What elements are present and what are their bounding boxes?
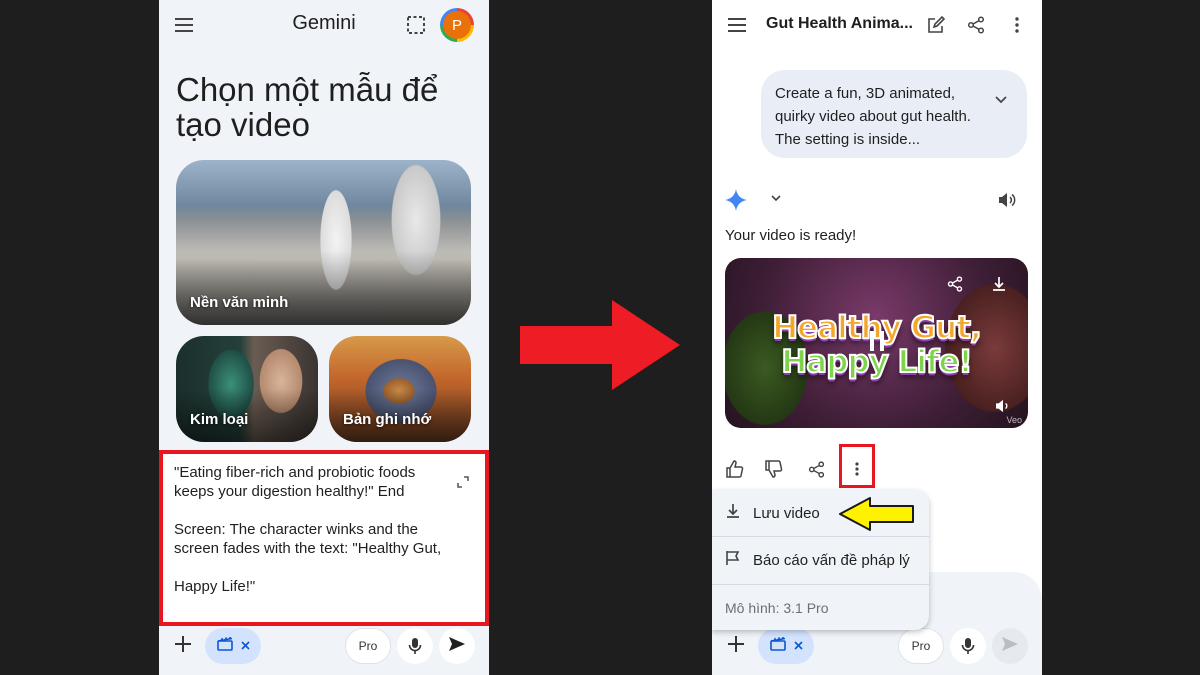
video-player[interactable]: Healthy Gut, Happy Life! Veo (725, 258, 1028, 428)
more-button-highlight (839, 444, 875, 488)
prompt-line: Screen: The character winks and the scre… (174, 521, 442, 557)
clapperboard-icon (769, 635, 786, 656)
report-legal-menu-item[interactable]: Báo cáo vấn đề pháp lý (712, 537, 929, 583)
model-label: Mô hình: 3.1 Pro (725, 600, 829, 616)
user-prompt-bubble[interactable]: Create a fun, 3D animated, quirky video … (761, 70, 1027, 158)
sparkle-icon (724, 188, 748, 212)
response-text: Your video is ready! (725, 227, 857, 244)
pro-mode-button[interactable]: Pro (898, 628, 944, 664)
download-icon[interactable] (991, 276, 1007, 297)
menu-divider (712, 584, 929, 585)
edit-icon[interactable] (925, 14, 947, 36)
plus-icon[interactable] (726, 634, 746, 659)
close-icon[interactable] (240, 637, 250, 655)
template-card-civilization[interactable]: Nền văn minh (176, 160, 471, 325)
template-label: Bản ghi nhớ (343, 411, 432, 428)
clapperboard-icon (216, 635, 233, 656)
user-prompt-text: Create a fun, 3D animated, quirky video … (775, 85, 971, 148)
prompt-line: "Eating fiber-rich and probiotic foods k… (174, 464, 416, 500)
thumb-up-icon[interactable] (725, 459, 745, 479)
chat-title: Gut Health Anima... (766, 15, 913, 32)
pointer-arrow (839, 497, 914, 531)
close-icon[interactable] (793, 637, 803, 655)
pro-mode-button[interactable]: Pro (345, 628, 391, 664)
video-tool-chip[interactable] (205, 628, 261, 664)
transition-arrow (520, 300, 680, 390)
expand-icon[interactable] (457, 474, 469, 493)
volume-icon[interactable] (996, 189, 1018, 211)
video-tool-chip[interactable] (758, 628, 814, 664)
template-label: Kim loại (190, 411, 249, 428)
thumb-down-icon[interactable] (764, 459, 784, 479)
pause-icon[interactable] (868, 330, 886, 357)
mic-icon[interactable] (950, 628, 986, 664)
select-icon[interactable] (405, 14, 427, 36)
send-icon (1001, 636, 1019, 657)
plus-icon[interactable] (173, 634, 193, 659)
share-icon[interactable] (806, 459, 826, 479)
right-phone-screen: Gut Health Anima... Create a fun, 3D ani… (712, 0, 1042, 675)
chevron-down-icon[interactable] (995, 88, 1007, 111)
menu-icon[interactable] (726, 14, 748, 36)
send-button[interactable] (439, 628, 475, 664)
avatar-letter: P (443, 11, 471, 39)
page-heading: Chọn một mẫu để tạo video (176, 71, 439, 143)
flag-icon (725, 550, 741, 570)
prompt-line: Happy Life!" (174, 578, 256, 595)
download-icon (725, 503, 741, 523)
more-vert-icon[interactable] (1006, 14, 1028, 36)
template-label: Nền văn minh (190, 294, 289, 311)
share-icon[interactable] (965, 14, 987, 36)
menu-item-label: Báo cáo vấn đề pháp lý (753, 551, 910, 569)
send-icon (448, 636, 466, 657)
video-watermark: Veo (1006, 415, 1022, 425)
avatar[interactable]: P (440, 8, 474, 42)
menu-item-label: Lưu video (753, 504, 820, 522)
chevron-down-icon[interactable] (768, 190, 784, 206)
share-icon[interactable] (947, 276, 963, 297)
template-card-memo[interactable]: Bản ghi nhớ (329, 336, 471, 442)
prompt-input[interactable]: "Eating fiber-rich and probiotic foods k… (159, 450, 489, 626)
top-bar: Gemini P (159, 0, 489, 50)
left-phone-screen: Gemini P Chọn một mẫu để tạo video Nền v… (159, 0, 489, 675)
template-card-metal[interactable]: Kim loại (176, 336, 318, 442)
mic-icon[interactable] (397, 628, 433, 664)
send-button[interactable] (992, 628, 1028, 664)
